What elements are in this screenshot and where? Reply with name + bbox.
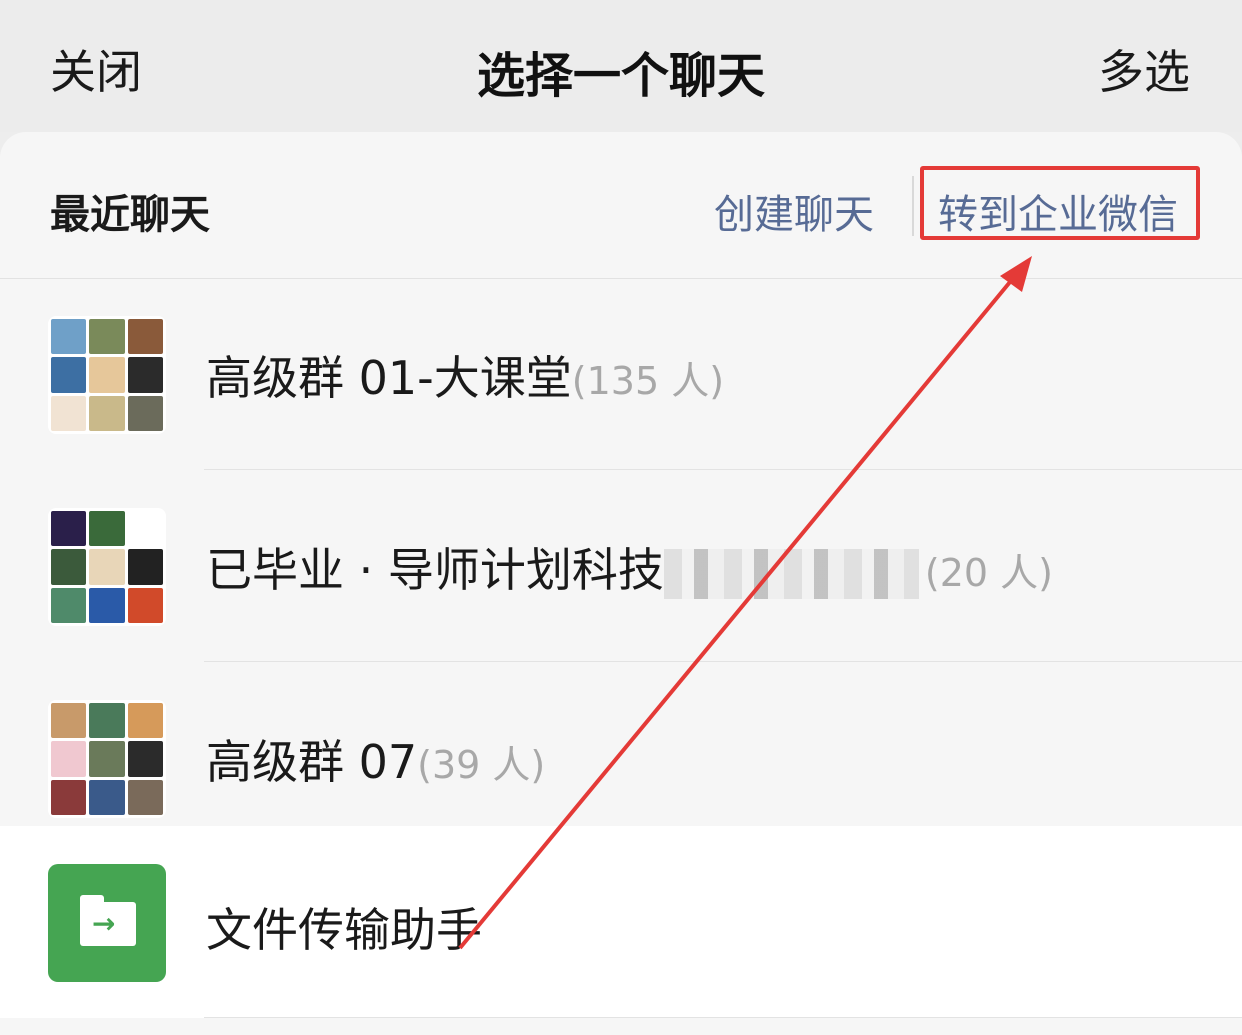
- divider: [912, 176, 914, 236]
- row-divider: [204, 1017, 1242, 1018]
- member-count: (20 人): [924, 551, 1053, 595]
- chat-name: 已毕业 · 导师计划科技 (20 人): [206, 543, 1053, 599]
- member-count: (39 人): [417, 743, 546, 787]
- group-avatar: [48, 316, 166, 434]
- member-count: (135 人): [571, 359, 725, 403]
- file-transfer-icon: →: [48, 864, 166, 982]
- redacted-text: [663, 548, 919, 599]
- recent-chats-header: 最近聊天 创建聊天 转到企业微信: [0, 132, 1242, 279]
- chat-picker-sheet: 最近聊天 创建聊天 转到企业微信 高级群 01-大课堂(135 人) 已毕业 ·…: [0, 132, 1242, 1035]
- chat-name: 高级群 01-大课堂(135 人): [206, 351, 725, 405]
- chat-row-file-helper[interactable]: → 文件传输助手: [0, 826, 1242, 1018]
- top-bar: 关闭 选择一个聊天 多选: [0, 0, 1242, 132]
- recent-chats-label: 最近聊天: [50, 192, 210, 238]
- multi-select-button[interactable]: 多选: [1098, 36, 1190, 102]
- group-avatar: [48, 700, 166, 818]
- chat-row[interactable]: 已毕业 · 导师计划科技 (20 人): [0, 470, 1242, 662]
- chat-name: 高级群 07(39 人): [206, 735, 546, 789]
- chat-row[interactable]: 高级群 01-大课堂(135 人): [0, 278, 1242, 470]
- annotation-highlight-box: [920, 166, 1200, 240]
- group-avatar: [48, 508, 166, 626]
- create-chat-button[interactable]: 创建聊天: [714, 182, 874, 240]
- chat-name: 文件传输助手: [206, 903, 482, 957]
- page-title: 选择一个聊天: [476, 48, 765, 104]
